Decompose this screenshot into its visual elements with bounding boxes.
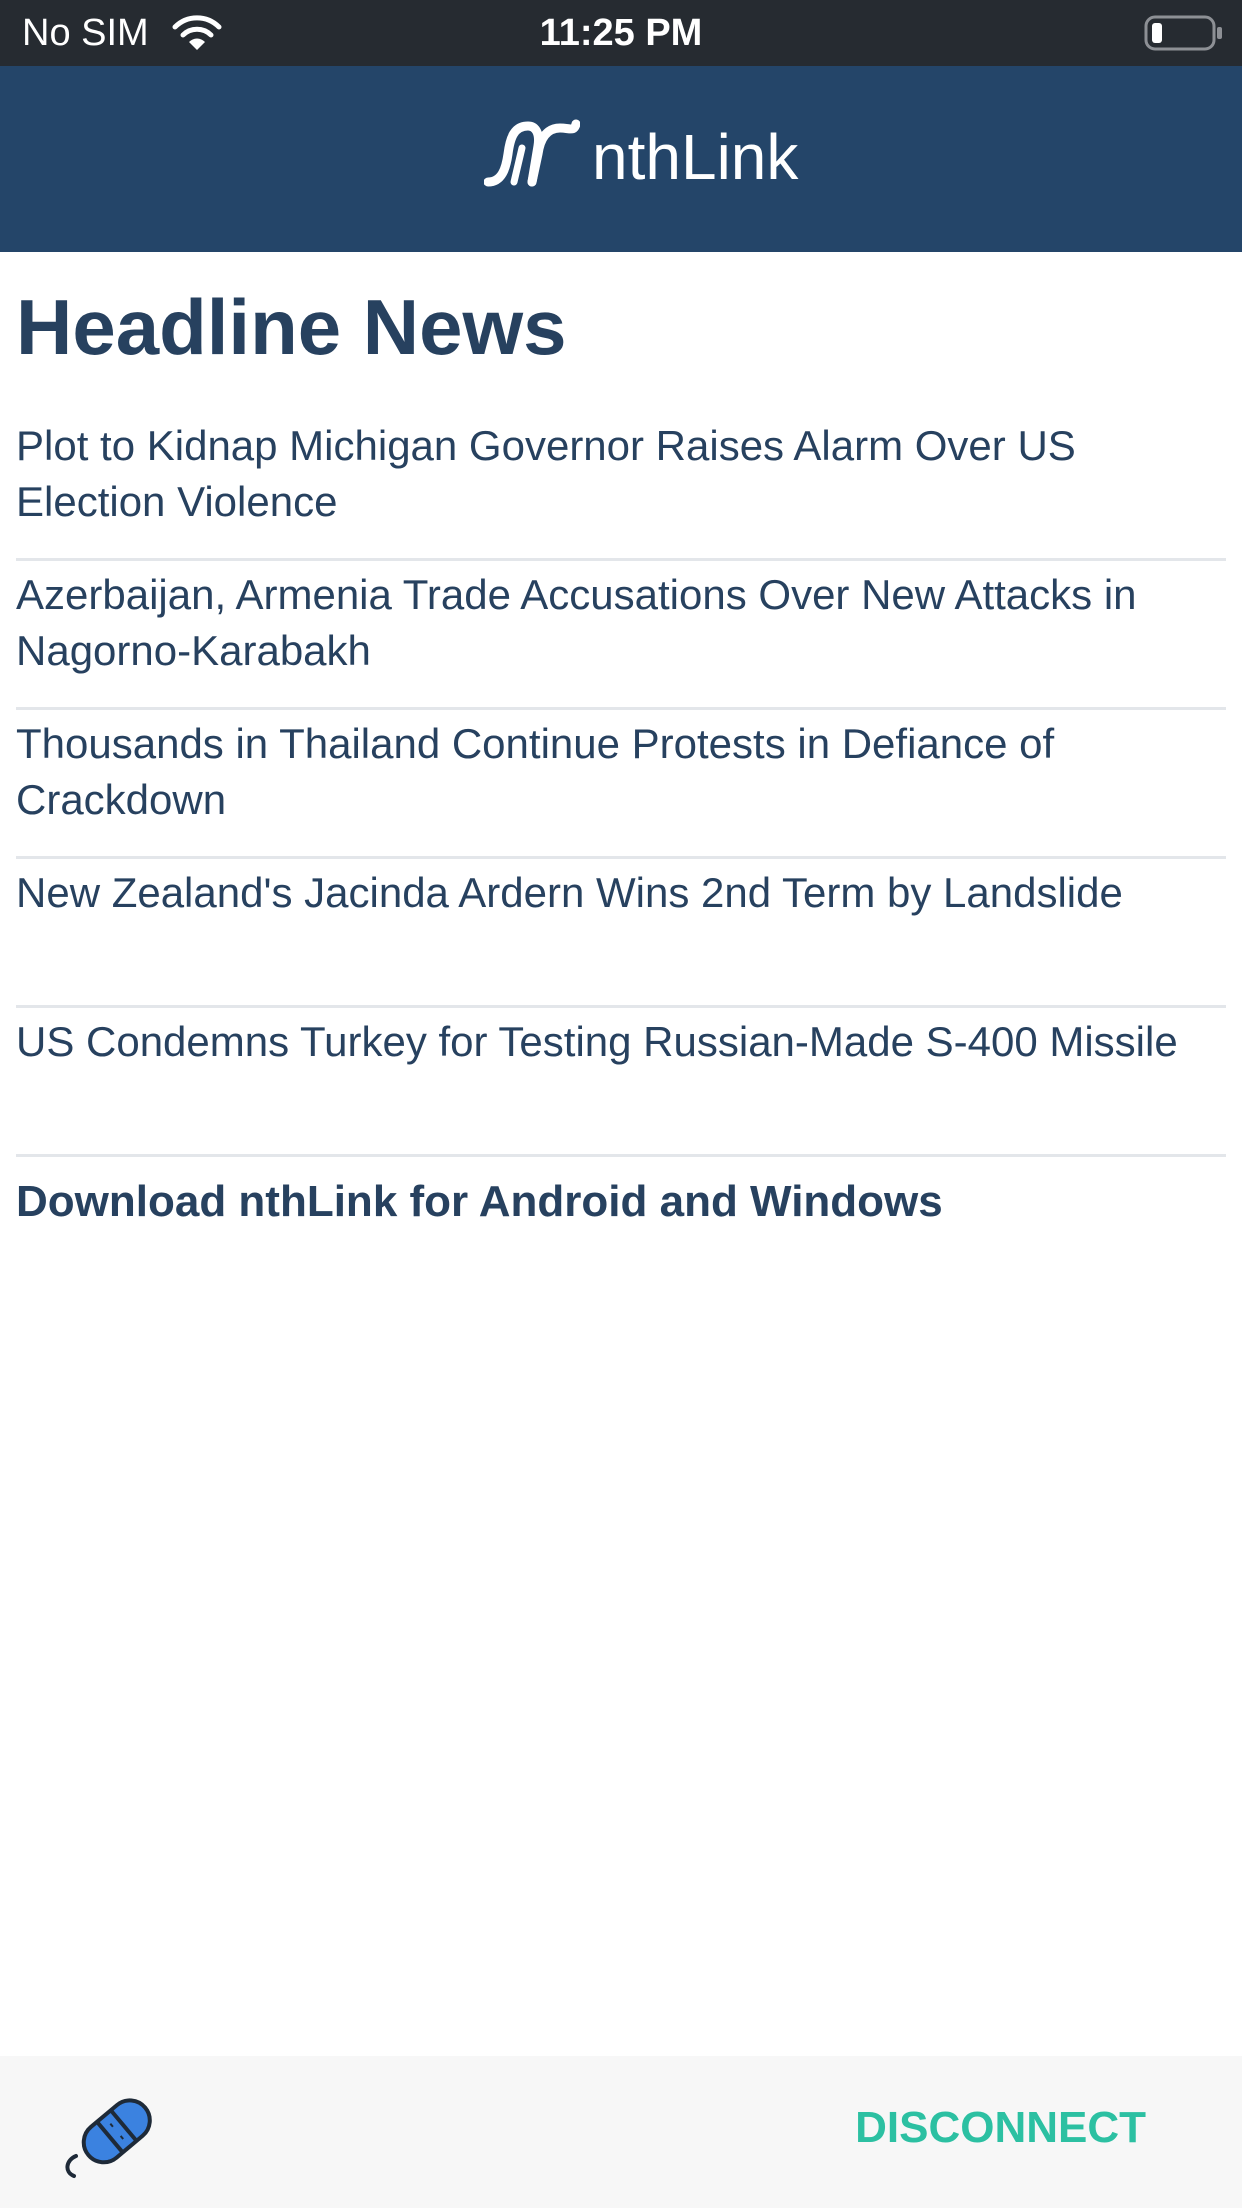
list-item: New Zealand's Jacinda Ardern Wins 2nd Te… xyxy=(16,859,1226,1008)
headline-link[interactable]: Plot to Kidnap Michigan Governor Raises … xyxy=(16,412,1226,530)
main-content: Headline News Plot to Kidnap Michigan Go… xyxy=(0,252,1242,2056)
nthlink-logo-icon xyxy=(484,119,580,187)
disconnect-button[interactable]: DISCONNECT xyxy=(855,2100,1146,2156)
plug-icon[interactable] xyxy=(58,2078,168,2188)
headline-link[interactable]: Thousands in Thailand Continue Protests … xyxy=(16,710,1226,828)
status-bar: No SIM 11:25 PM xyxy=(0,0,1242,66)
list-item: Thousands in Thailand Continue Protests … xyxy=(16,710,1226,859)
app-header: nthLink xyxy=(0,66,1242,252)
page-title: Headline News xyxy=(16,283,567,371)
app-name: nthLink xyxy=(592,121,799,193)
status-time: 11:25 PM xyxy=(539,12,703,54)
headline-link[interactable]: New Zealand's Jacinda Ardern Wins 2nd Te… xyxy=(16,859,1226,921)
list-item: Plot to Kidnap Michigan Governor Raises … xyxy=(16,412,1226,561)
headline-list: Plot to Kidnap Michigan Governor Raises … xyxy=(16,412,1226,1157)
bottom-bar: DISCONNECT xyxy=(0,2056,1242,2208)
headline-link[interactable]: US Condemns Turkey for Testing Russian-M… xyxy=(16,1008,1226,1070)
headline-link[interactable]: Azerbaijan, Armenia Trade Accusations Ov… xyxy=(16,561,1226,679)
list-item: US Condemns Turkey for Testing Russian-M… xyxy=(16,1008,1226,1157)
download-app-link[interactable]: Download nthLink for Android and Windows xyxy=(16,1174,943,1230)
battery-icon xyxy=(1144,15,1222,51)
list-item: Azerbaijan, Armenia Trade Accusations Ov… xyxy=(16,561,1226,710)
